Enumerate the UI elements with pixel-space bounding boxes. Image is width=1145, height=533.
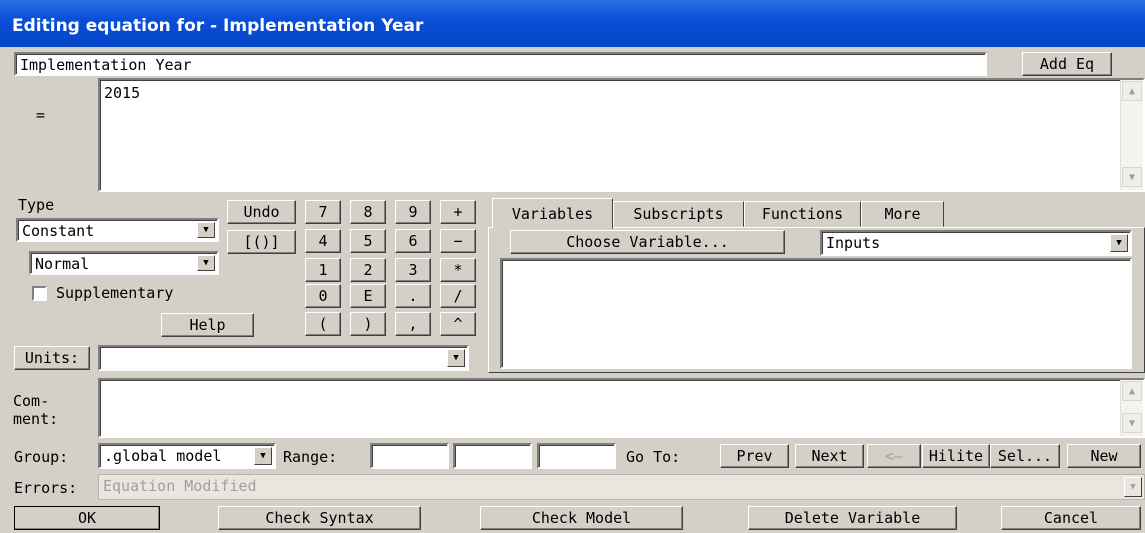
key-comma-button[interactable]: , [395, 312, 431, 336]
comment-label-line2: ment: [13, 410, 59, 428]
equation-editor[interactable]: 2015 [98, 78, 1145, 192]
errors-value: Equation Modified [103, 477, 257, 495]
check-syntax-button[interactable]: Check Syntax [218, 506, 421, 530]
tab-variables[interactable]: Variables [492, 198, 613, 229]
units-dropdown[interactable]: ▼ [98, 345, 469, 371]
key-8-button[interactable]: 8 [350, 200, 386, 224]
group-dropdown[interactable]: .global model ▼ [98, 443, 276, 469]
add-eq-button[interactable]: Add Eq [1022, 52, 1112, 76]
next-button[interactable]: Next [795, 444, 864, 468]
comment-scrollbar[interactable]: ▲ ▼ [1120, 380, 1143, 436]
comment-label: Com- ment: [13, 392, 58, 428]
chevron-down-icon[interactable]: ▼ [197, 222, 215, 238]
key-minus-button[interactable]: − [440, 229, 476, 253]
comment-field[interactable] [98, 378, 1145, 438]
type-label: Type [18, 196, 55, 214]
back-button[interactable]: <— [867, 444, 921, 468]
chevron-down-icon[interactable]: ▼ [197, 255, 215, 271]
key-6-button[interactable]: 6 [395, 229, 431, 253]
comment-value [100, 380, 1143, 384]
keypad: 7 8 9 + 4 5 6 − 1 2 3 * 0 E . / ( ) , ^ [305, 200, 476, 340]
units-button[interactable]: Units: [14, 346, 90, 370]
scroll-down-icon[interactable]: ▼ [1122, 413, 1142, 433]
scroll-up-icon[interactable]: ▲ [1122, 381, 1142, 401]
new-button[interactable]: New [1067, 444, 1141, 468]
ok-button[interactable]: OK [14, 506, 160, 530]
key-lparen-button[interactable]: ( [305, 312, 341, 336]
cancel-button[interactable]: Cancel [1001, 506, 1141, 530]
range-max-field[interactable] [453, 443, 532, 469]
chevron-down-icon[interactable]: ▼ [254, 447, 272, 465]
undo-button[interactable]: Undo [227, 200, 296, 224]
subtype-value: Normal [35, 255, 90, 273]
key-divide-button[interactable]: / [440, 284, 476, 308]
variable-name-field[interactable]: Implementation Year [14, 52, 987, 76]
key-caret-button[interactable]: ^ [440, 312, 476, 336]
group-label: Group: [14, 448, 69, 466]
type-dropdown[interactable]: Constant ▼ [16, 218, 219, 242]
scroll-up-icon[interactable]: ▲ [1122, 81, 1142, 101]
equation-value: 2015 [104, 84, 141, 102]
key-7-button[interactable]: 7 [305, 200, 341, 224]
supplementary-label: Supplementary [56, 284, 174, 302]
range-min-field[interactable] [370, 443, 449, 469]
key-3-button[interactable]: 3 [395, 258, 431, 282]
key-plus-button[interactable]: + [440, 200, 476, 224]
equation-scrollbar[interactable]: ▲ ▼ [1120, 80, 1143, 190]
subtype-dropdown[interactable]: Normal ▼ [29, 251, 219, 275]
bracket-button[interactable]: [()] [227, 230, 296, 254]
chevron-down-icon[interactable]: ▼ [1124, 477, 1142, 497]
range-label: Range: [283, 448, 338, 466]
variable-name-value: Implementation Year [20, 56, 192, 74]
choose-variable-button[interactable]: Choose Variable... [510, 230, 785, 254]
key-multiply-button[interactable]: * [440, 258, 476, 282]
key-9-button[interactable]: 9 [395, 200, 431, 224]
hilite-button[interactable]: Hilite [922, 444, 990, 468]
key-0-button[interactable]: 0 [305, 284, 341, 308]
sel-button[interactable]: Sel... [990, 444, 1060, 468]
errors-field: Equation Modified ▼ [98, 474, 1145, 500]
check-model-button[interactable]: Check Model [480, 506, 683, 530]
variable-filter-value: Inputs [826, 234, 881, 252]
chevron-down-icon[interactable]: ▼ [1110, 234, 1128, 252]
key-e-button[interactable]: E [350, 284, 386, 308]
key-2-button[interactable]: 2 [350, 258, 386, 282]
variable-list[interactable] [500, 258, 1132, 369]
chevron-down-icon[interactable]: ▼ [447, 349, 465, 367]
key-4-button[interactable]: 4 [305, 229, 341, 253]
tab-functions[interactable]: Functions [744, 201, 861, 227]
delete-variable-button[interactable]: Delete Variable [748, 506, 957, 530]
equals-label: = [36, 106, 46, 124]
errors-label: Errors: [14, 479, 78, 497]
units-value [100, 347, 467, 351]
window-title: Editing equation for - Implementation Ye… [0, 0, 1145, 47]
help-button[interactable]: Help [161, 313, 254, 337]
tab-more[interactable]: More [861, 201, 944, 227]
range-step-field[interactable] [537, 443, 616, 469]
key-5-button[interactable]: 5 [350, 229, 386, 253]
variable-filter-dropdown[interactable]: Inputs ▼ [820, 230, 1132, 256]
key-1-button[interactable]: 1 [305, 258, 341, 282]
scroll-down-icon[interactable]: ▼ [1122, 167, 1142, 187]
group-value: .global model [104, 447, 222, 465]
type-value: Constant [22, 222, 95, 240]
tab-subscripts[interactable]: Subscripts [613, 201, 744, 227]
key-dot-button[interactable]: . [395, 284, 431, 308]
goto-label: Go To: [626, 448, 681, 466]
comment-label-line1: Com- [13, 392, 50, 410]
supplementary-checkbox[interactable] [32, 286, 47, 301]
key-rparen-button[interactable]: ) [350, 312, 386, 336]
prev-button[interactable]: Prev [720, 444, 789, 468]
